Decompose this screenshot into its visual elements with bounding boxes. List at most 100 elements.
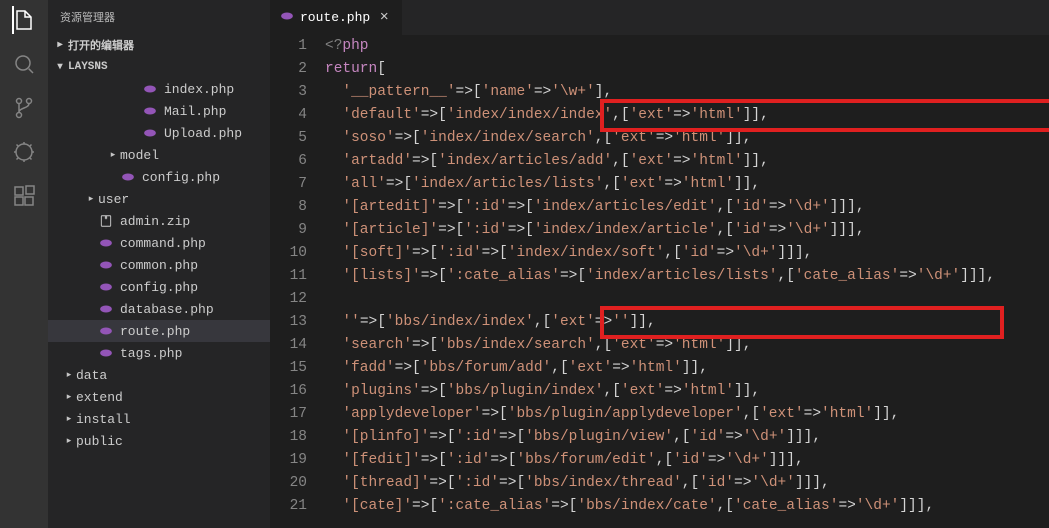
file-item[interactable]: index.php xyxy=(48,78,270,100)
section-label: 打开的编辑器 xyxy=(68,37,134,53)
code-container[interactable]: 123456789101112131415161718192021 <?phpr… xyxy=(270,35,1049,528)
file-item[interactable]: common.php xyxy=(48,254,270,276)
line-number: 10 xyxy=(270,242,307,265)
line-number: 16 xyxy=(270,380,307,403)
code-line[interactable]: '[thread]'=>[':id'=>['bbs/index/thread',… xyxy=(325,472,1049,495)
line-number: 17 xyxy=(270,403,307,426)
php-file-icon xyxy=(142,103,158,119)
folder-item[interactable]: ▸install xyxy=(48,408,270,430)
code-line[interactable]: '[plinfo]'=>[':id'=>['bbs/plugin/view',[… xyxy=(325,426,1049,449)
php-file-icon xyxy=(98,323,114,339)
chevron-down-icon: ▾ xyxy=(52,61,68,73)
gutter: 123456789101112131415161718192021 xyxy=(270,35,325,528)
code-line[interactable]: 'applydeveloper'=>['bbs/plugin/applydeve… xyxy=(325,403,1049,426)
code-line[interactable]: '[artedit]'=>[':id'=>['index/articles/ed… xyxy=(325,196,1049,219)
folder-item[interactable]: ▸model xyxy=(48,144,270,166)
php-file-icon xyxy=(142,81,158,97)
php-file-icon xyxy=(142,125,158,141)
file-item[interactable]: Mail.php xyxy=(48,100,270,122)
folder-item[interactable]: ▸public xyxy=(48,430,270,452)
folder-item[interactable]: ▸extend xyxy=(48,386,270,408)
tree-item-label: install xyxy=(76,412,131,427)
line-number: 6 xyxy=(270,150,307,173)
code-line[interactable] xyxy=(325,288,1049,311)
line-number: 1 xyxy=(270,35,307,58)
activity-bar xyxy=(0,0,48,528)
section-open-editors[interactable]: ▸ 打开的编辑器 xyxy=(48,34,270,56)
sidebar: 资源管理器 ▸ 打开的编辑器 ▾ LAYSNS index.phpMail.ph… xyxy=(48,0,270,528)
code-line[interactable]: '[fedit]'=>[':id'=>['bbs/forum/edit',['i… xyxy=(325,449,1049,472)
file-item[interactable]: Upload.php xyxy=(48,122,270,144)
chevron-right-icon: ▸ xyxy=(62,436,76,446)
line-number: 20 xyxy=(270,472,307,495)
php-file-icon xyxy=(98,235,114,251)
extensions-icon[interactable] xyxy=(12,184,36,208)
section-label: LAYSNS xyxy=(68,61,108,73)
code-line[interactable]: '[lists]'=>[':cate_alias'=>['index/artic… xyxy=(325,265,1049,288)
file-tree: index.phpMail.phpUpload.php▸modelconfig.… xyxy=(48,78,270,452)
tree-item-label: config.php xyxy=(120,280,198,295)
line-number: 9 xyxy=(270,219,307,242)
search-icon[interactable] xyxy=(12,52,36,76)
code-line[interactable]: '[article]'=>[':id'=>['index/index/artic… xyxy=(325,219,1049,242)
folder-item[interactable]: ▸data xyxy=(48,364,270,386)
tree-item-label: extend xyxy=(76,390,123,405)
chevron-right-icon: ▸ xyxy=(84,194,98,204)
file-item[interactable]: admin.zip xyxy=(48,210,270,232)
php-file-icon xyxy=(98,279,114,295)
zip-file-icon xyxy=(98,213,114,229)
tree-item-label: data xyxy=(76,368,107,383)
file-item[interactable]: config.php xyxy=(48,276,270,298)
php-file-icon xyxy=(280,9,294,27)
code-line[interactable]: 'soso'=>['index/index/search',['ext'=>'h… xyxy=(325,127,1049,150)
code-line[interactable]: 'artadd'=>['index/articles/add',['ext'=>… xyxy=(325,150,1049,173)
code-line[interactable]: '__pattern__'=>['name'=>'\w+'], xyxy=(325,81,1049,104)
tree-item-label: model xyxy=(120,148,159,163)
code-line[interactable]: <?php xyxy=(325,35,1049,58)
line-number: 3 xyxy=(270,81,307,104)
tree-item-label: user xyxy=(98,192,129,207)
tree-item-label: admin.zip xyxy=(120,214,190,229)
code-line[interactable]: ''=>['bbs/index/index',['ext'=>'']], xyxy=(325,311,1049,334)
php-file-icon xyxy=(98,301,114,317)
section-project[interactable]: ▾ LAYSNS xyxy=(48,56,270,78)
code-line[interactable]: 'default'=>['index/index/index',['ext'=>… xyxy=(325,104,1049,127)
close-icon[interactable]: × xyxy=(376,10,392,26)
debug-icon[interactable] xyxy=(12,140,36,164)
chevron-right-icon: ▸ xyxy=(62,414,76,424)
code-line[interactable]: 'search'=>['bbs/index/search',['ext'=>'h… xyxy=(325,334,1049,357)
php-file-icon xyxy=(120,169,136,185)
file-item[interactable]: config.php xyxy=(48,166,270,188)
editor-area: route.php × 1234567891011121314151617181… xyxy=(270,0,1049,528)
chevron-right-icon: ▸ xyxy=(52,39,68,51)
line-number: 7 xyxy=(270,173,307,196)
tree-item-label: Upload.php xyxy=(164,126,242,141)
code-line[interactable]: 'plugins'=>['bbs/plugin/index',['ext'=>'… xyxy=(325,380,1049,403)
code[interactable]: <?phpreturn[ '__pattern__'=>['name'=>'\w… xyxy=(325,35,1049,528)
file-item[interactable]: database.php xyxy=(48,298,270,320)
line-number: 11 xyxy=(270,265,307,288)
line-number: 4 xyxy=(270,104,307,127)
tree-item-label: command.php xyxy=(120,236,206,251)
file-item[interactable]: command.php xyxy=(48,232,270,254)
line-number: 13 xyxy=(270,311,307,334)
tree-item-label: route.php xyxy=(120,324,190,339)
code-line[interactable]: 'fadd'=>['bbs/forum/add',['ext'=>'html']… xyxy=(325,357,1049,380)
code-line[interactable]: 'all'=>['index/articles/lists',['ext'=>'… xyxy=(325,173,1049,196)
chevron-right-icon: ▸ xyxy=(62,392,76,402)
file-item[interactable]: tags.php xyxy=(48,342,270,364)
chevron-right-icon: ▸ xyxy=(62,370,76,380)
source-control-icon[interactable] xyxy=(12,96,36,120)
line-number: 14 xyxy=(270,334,307,357)
code-line[interactable]: return[ xyxy=(325,58,1049,81)
tab-label: route.php xyxy=(300,10,370,25)
code-line[interactable]: '[cate]'=>[':cate_alias'=>['bbs/index/ca… xyxy=(325,495,1049,518)
line-number: 5 xyxy=(270,127,307,150)
tree-item-label: config.php xyxy=(142,170,220,185)
tab-route-php[interactable]: route.php × xyxy=(270,0,402,35)
code-line[interactable]: '[soft]'=>[':id'=>['index/index/soft',['… xyxy=(325,242,1049,265)
folder-item[interactable]: ▸user xyxy=(48,188,270,210)
file-item[interactable]: route.php xyxy=(48,320,270,342)
explorer-icon[interactable] xyxy=(12,8,36,32)
line-number: 21 xyxy=(270,495,307,518)
